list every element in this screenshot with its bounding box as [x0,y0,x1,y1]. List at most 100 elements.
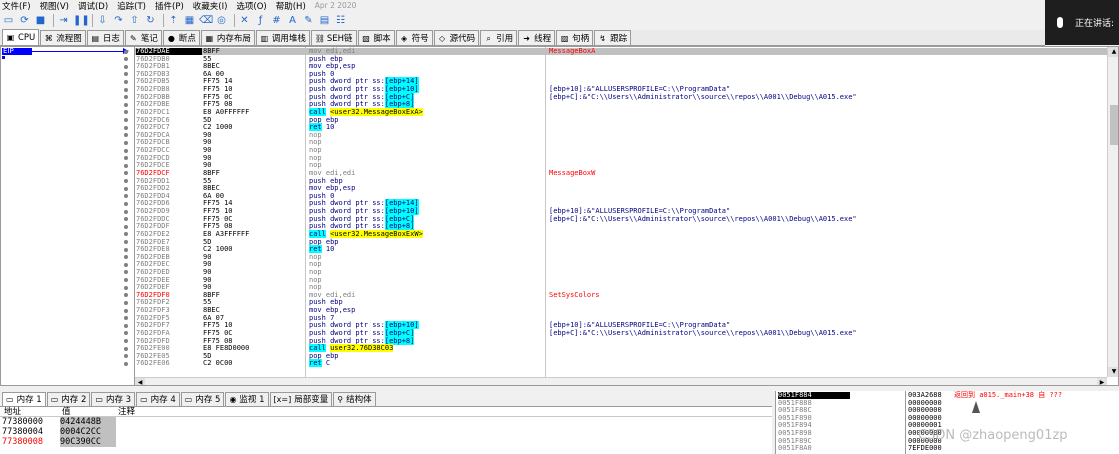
disasm-row[interactable]: 76D2FDF2 55 push ebp [135,299,1107,306]
breakpoint-dot[interactable] [124,79,128,84]
tab-cpu[interactable]: ▣ CPU [2,29,40,45]
disasm-row[interactable]: 76D2FDDF FF75 08 push dword ptr ss:[ebp+8] [135,222,1107,231]
tab-references[interactable]: ⌕ 引用 [480,30,518,45]
font-icon[interactable]: A [286,14,299,27]
breakpoint-dot[interactable] [124,57,128,62]
dump-row[interactable]: 77380008 90C390CC [0,437,772,447]
breakpoint-dot[interactable] [124,133,128,138]
breakpoint-dot[interactable] [124,232,128,237]
stack-address[interactable]: 0051F898 [778,430,902,437]
dump-row[interactable]: 77380004 0004C2CC [0,427,772,437]
breakpoint-dot[interactable] [124,110,128,115]
scroll-right-icon[interactable]: ▶ [1097,378,1107,385]
tab-handles[interactable]: ▨ 句柄 [556,30,594,45]
list-icon[interactable]: ▤ [318,14,331,27]
disasm-row[interactable]: 76D2FDC6 5D pop ebp [135,116,1107,124]
tab-seh[interactable]: ⛓ SEH链 [310,30,357,45]
dump-tab[interactable]: ▭ 内存 3 [91,391,136,406]
menu-item[interactable]: 文件(F) [2,0,31,12]
breakpoint-dot[interactable] [124,323,128,328]
tab-graph[interactable]: ⌘ 流程图 [40,30,86,45]
breakpoint-dot[interactable] [124,148,128,153]
edit-icon[interactable]: ✎ [302,14,315,27]
disasm-row[interactable]: 76D2FDB1 8BEC mov ebp,esp [135,63,1107,70]
breakpoint-dot[interactable] [124,201,128,206]
disasm-row[interactable]: 76D2FDD1 55 push ebp [135,177,1107,185]
menu-item[interactable]: 追踪(T) [117,0,146,12]
step-over-icon[interactable]: ↷ [112,14,125,27]
stack-address[interactable]: 0051F884 [778,392,850,399]
disasm-row[interactable]: 76D2FDEE 90 nop [135,276,1107,284]
tab-notes[interactable]: ✎ 笔记 [124,30,162,45]
dump-tab[interactable]: ▭ 内存 1 [2,391,46,406]
breakpoint-dot[interactable] [124,331,128,336]
target-icon[interactable]: ◎ [215,14,228,27]
breakpoint-dot[interactable] [124,308,128,313]
breakpoint-dot[interactable] [124,179,128,184]
stack-view[interactable]: 0051F884 0051F888 0051F88C 0051F890 0051F894… [775,391,1119,454]
disasm-row[interactable]: 76D2FDEC 90 nop [135,261,1107,268]
breakpoint-dot[interactable] [124,339,128,344]
disasm-row[interactable]: 76D2FE05 5D pop ebp [135,352,1107,360]
scroll-left-icon[interactable]: ◀ [135,378,145,385]
breakpoint-dot[interactable] [124,186,128,191]
disasm-row[interactable]: 76D2FDBE FF75 08 push dword ptr ss:[ebp+8] [135,100,1107,109]
disasm-row[interactable]: 76D2FDCB 90 nop [135,139,1107,146]
breakpoint-dot[interactable] [124,72,128,77]
disasm-row[interactable]: 76D2FDEF 90 nop [135,284,1107,291]
dump-rows[interactable]: 77380000 0424448B 77380004 0004C2CC 77380008… [0,417,772,454]
disasm-row[interactable]: 76D2FDDC FF75 0C push dword ptr ss:[ebp+C]… [135,214,1107,223]
disasm-row[interactable]: 76D2FDCC 90 nop [135,147,1107,154]
breakpoint-dot[interactable] [124,278,128,283]
breakpoint-dot[interactable] [124,49,128,54]
breakpoint-dot[interactable] [124,224,128,229]
breakpoint-dot[interactable] [124,361,128,366]
breakpoint-dot[interactable] [124,118,128,123]
horizontal-scrollbar[interactable]: ◀ ▶ [135,377,1107,385]
dump-tab[interactable]: ◉ 监视 1 [225,391,269,406]
pause-icon[interactable]: ❚❚ [73,14,90,27]
disasm-row[interactable]: 76D2FDD9 FF75 10 push dword ptr ss:[ebp+10… [135,207,1107,216]
breakpoint-dot[interactable] [124,102,128,107]
breakpoint-dot[interactable] [124,346,128,351]
disasm-row[interactable]: 76D2FDE2 E8 A3FFFFFF call <user32.MessageB… [135,229,1107,238]
disasm-row[interactable]: 76D2FDCD 90 nop [135,154,1107,162]
breakpoint-dot[interactable] [124,194,128,199]
menu-item[interactable]: 插件(P) [155,0,184,12]
tab-log[interactable]: ▤ 日志 [86,30,124,45]
breakpoint-dot[interactable] [124,87,128,92]
settings-icon[interactable]: ☷ [334,14,347,27]
disasm-row[interactable]: 76D2FE00 E8 FE8D0000 call user32.76D38C03 [135,344,1107,353]
disasm-row[interactable]: 76D2FDC1 E8 A0FFFFFF call <user32.MessageB… [135,107,1107,116]
trace-over-icon[interactable]: ↻ [144,14,157,27]
breakpoint-dot[interactable] [124,354,128,359]
breakpoint-dot[interactable] [124,240,128,244]
delete-icon[interactable]: ✕ [238,14,251,27]
disasm-row[interactable]: 76D2FDE7 5D pop ebp [135,238,1107,246]
tab-breakpoint[interactable]: ● 断点 [162,30,200,45]
highlight-icon[interactable]: ▦ [183,14,196,27]
disasm-row[interactable]: 76D2FDF3 8BEC mov ebp,esp [135,307,1107,314]
dump-tab[interactable]: ⚲ 结构体 [333,391,376,406]
tab-symbols[interactable]: ◈ 符号 [395,30,433,45]
disasm-row[interactable]: 76D2FDAE 8BFF mov edi,edi MessageBoxA [135,48,1107,55]
scroll-up-icon[interactable]: ▲ [1108,47,1118,57]
dump-row[interactable]: 77380000 0424448B [0,417,772,427]
breakpoint-dot[interactable] [124,255,128,260]
disasm-row[interactable]: 76D2FDEB 90 nop [135,253,1107,261]
breakpoint-dot[interactable] [124,293,128,298]
disasm-row[interactable]: 76D2FDF0 8BFF mov edi,edi SetSysColors [135,291,1107,299]
tab-memory-map[interactable]: ▦ 内存布局 [200,30,255,45]
disasm-row[interactable]: 76D2FDBB FF75 0C push dword ptr ss:[ebp+C]… [135,92,1107,101]
breakpoint-dot[interactable] [124,156,128,161]
menu-item[interactable]: 收藏夹(I) [193,0,228,12]
stack-value[interactable]: 003A2688 [908,392,942,399]
disasm-row[interactable]: 76D2FE06 C2 0C00 ret C [135,359,1107,368]
disasm-row[interactable]: 76D2FDB0 55 push ebp [135,55,1107,63]
disasm-row[interactable]: 76D2FDD4 6A 00 push 0 [135,192,1107,200]
disasm-row[interactable]: 76D2FDD2 8BEC mov ebp,esp [135,185,1107,192]
breakpoint-dot[interactable] [124,125,128,130]
function-icon[interactable]: ƒ [254,14,267,27]
breakpoint-dot[interactable] [124,262,128,267]
step-into-icon[interactable]: ⇩ [96,14,109,27]
